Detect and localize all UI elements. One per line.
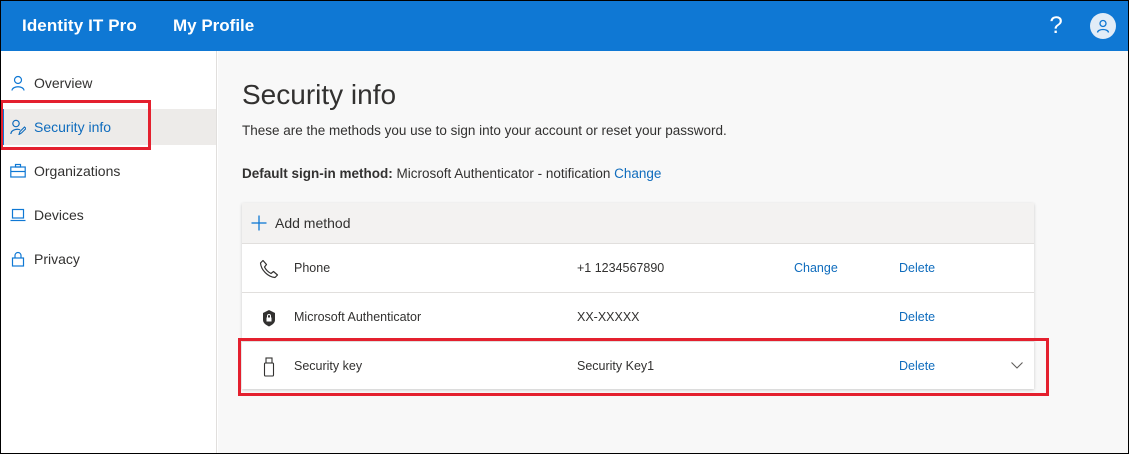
lock-icon: [11, 251, 25, 267]
briefcase-icon: [10, 163, 26, 178]
sidebar-item-devices[interactable]: Devices: [1, 197, 216, 233]
default-sign-in-method: Default sign-in method: Microsoft Authen…: [242, 166, 661, 181]
add-method-button[interactable]: Add method: [242, 203, 1034, 244]
brand-name[interactable]: Identity IT Pro: [22, 16, 137, 36]
chevron-down-icon[interactable]: [1010, 358, 1024, 372]
lock-badge-icon: [263, 310, 275, 327]
sidebar: Overview Security info Organizations Dev…: [1, 51, 217, 453]
help-icon[interactable]: ?: [1044, 12, 1068, 40]
plus-icon: [251, 215, 267, 231]
person-edit-icon: [10, 119, 26, 135]
methods-list: Add method Phone +1 1234567890 Change De…: [242, 203, 1034, 389]
method-name: Security key: [294, 359, 363, 373]
delete-phone-link[interactable]: Delete: [899, 261, 935, 275]
change-phone-link[interactable]: Change: [794, 261, 838, 275]
page-description: These are the methods you use to sign in…: [242, 123, 727, 138]
change-default-method-link[interactable]: Change: [614, 166, 661, 181]
default-method-value: Microsoft Authenticator - notification: [396, 166, 611, 181]
method-name: Microsoft Authenticator: [294, 310, 422, 324]
method-row-authenticator: Microsoft Authenticator XX-XXXXX Delete: [242, 293, 1034, 342]
method-value: Security Key1: [577, 359, 655, 373]
delete-security-key-link[interactable]: Delete: [899, 359, 935, 373]
sidebar-item-label: Security info: [34, 119, 112, 135]
sidebar-item-label: Organizations: [34, 163, 121, 179]
sidebar-item-privacy[interactable]: Privacy: [1, 241, 216, 277]
main-content: Security info These are the methods you …: [218, 51, 1128, 453]
person-icon: [11, 75, 25, 91]
sidebar-item-label: Devices: [34, 207, 84, 223]
top-bar: Identity IT Pro My Profile ?: [1, 1, 1128, 51]
method-name: Phone: [294, 261, 331, 275]
sidebar-item-overview[interactable]: Overview: [1, 65, 216, 101]
default-method-label: Default sign-in method:: [242, 166, 393, 181]
app-title[interactable]: My Profile: [173, 16, 254, 36]
method-row-security-key: Security key Security Key1 Delete: [242, 342, 1034, 391]
sidebar-item-organizations[interactable]: Organizations: [1, 153, 216, 189]
sidebar-item-label: Overview: [34, 75, 93, 91]
sidebar-item-label: Privacy: [34, 251, 80, 267]
phone-icon: [259, 259, 279, 279]
app-window: Identity IT Pro My Profile ? Overview Se: [0, 0, 1129, 454]
avatar[interactable]: [1090, 13, 1116, 39]
person-icon: [1096, 19, 1110, 33]
usb-key-icon: [263, 357, 275, 377]
laptop-icon: [10, 208, 26, 222]
add-method-label: Add method: [275, 215, 351, 231]
page-title: Security info: [242, 79, 397, 110]
delete-authenticator-link[interactable]: Delete: [899, 310, 935, 324]
method-row-phone: Phone +1 1234567890 Change Delete: [242, 244, 1034, 293]
method-value: +1 1234567890: [577, 261, 665, 275]
method-value: XX-XXXXX: [577, 310, 640, 324]
sidebar-item-security-info[interactable]: Security info: [1, 109, 216, 145]
